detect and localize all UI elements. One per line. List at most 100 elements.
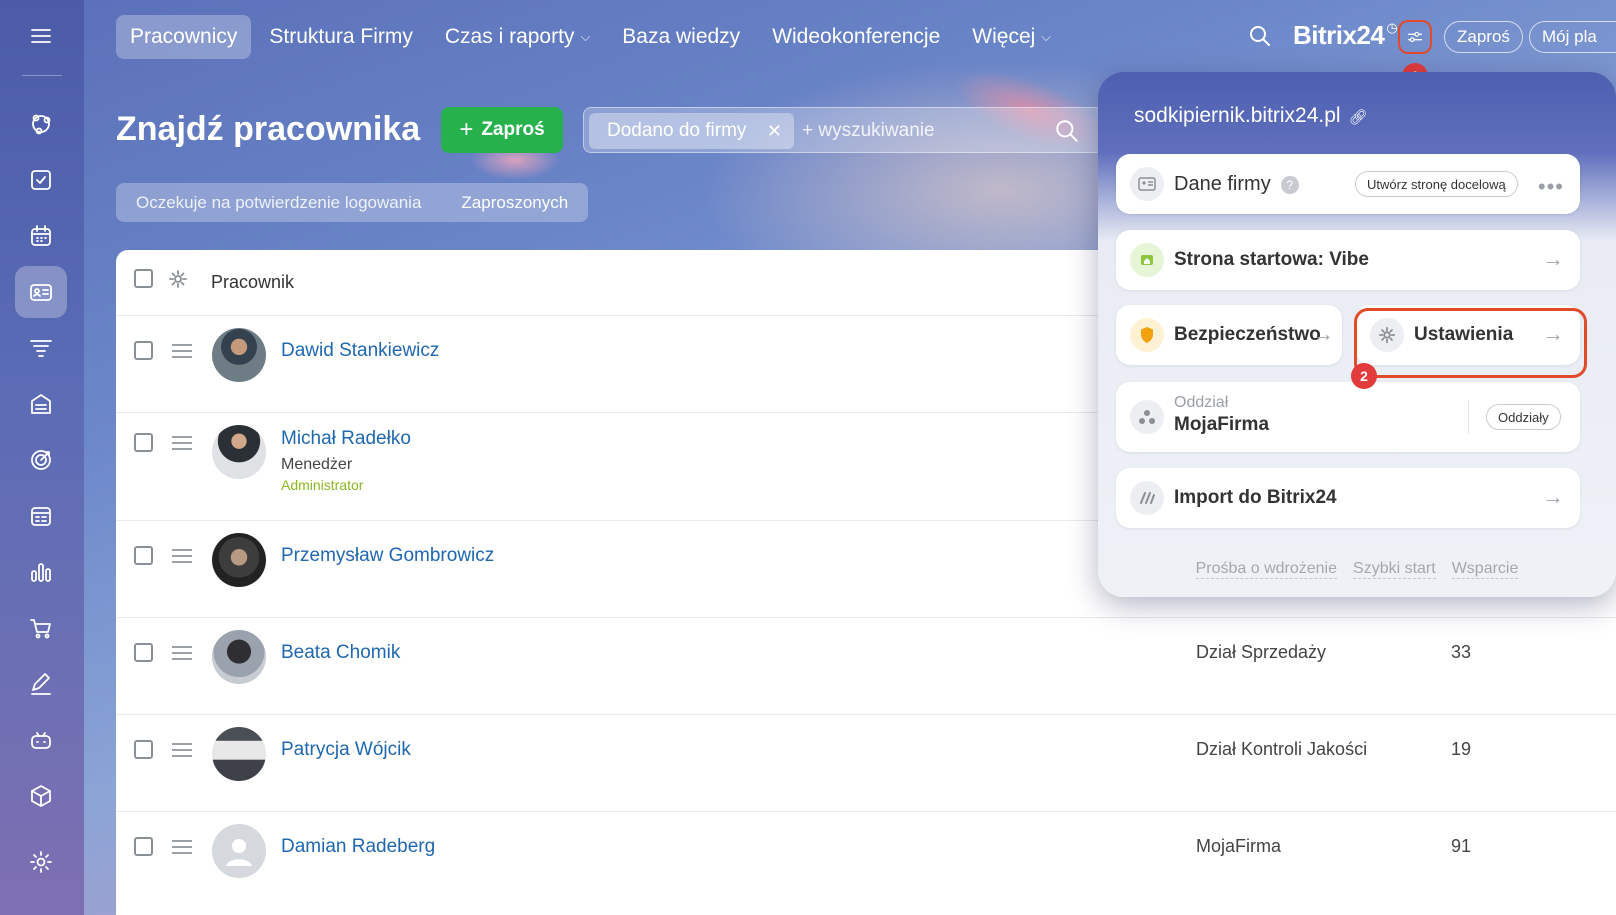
nav-tab-knowledge-base[interactable]: Baza wiedzy bbox=[608, 15, 754, 59]
drag-handle-icon[interactable] bbox=[172, 646, 192, 664]
settings-toggle-button[interactable] bbox=[1398, 20, 1432, 54]
search-icon[interactable] bbox=[1248, 24, 1272, 48]
row-checkbox[interactable] bbox=[134, 643, 153, 662]
row-checkbox[interactable] bbox=[134, 740, 153, 759]
calendar-icon[interactable] bbox=[15, 210, 67, 262]
nav-tab-label: Czas i raporty bbox=[444, 25, 575, 48]
bot-icon[interactable] bbox=[15, 714, 67, 766]
analytics-icon[interactable] bbox=[15, 546, 67, 598]
cart-icon[interactable] bbox=[15, 602, 67, 654]
funnel-icon[interactable] bbox=[15, 322, 67, 374]
row-checkbox[interactable] bbox=[134, 837, 153, 856]
employee-name[interactable]: Beata Chomik bbox=[281, 642, 400, 664]
employee-count: 33 bbox=[1451, 642, 1472, 662]
employee-name[interactable]: Przemysław Gombrowicz bbox=[281, 545, 494, 567]
search-input[interactable]: + wyszukiwanie bbox=[802, 120, 935, 142]
nav-tab-employees[interactable]: Pracownicy bbox=[116, 15, 252, 59]
add-filter-icon: + bbox=[802, 120, 814, 141]
row-checkbox[interactable] bbox=[134, 433, 153, 452]
settings-icon[interactable] bbox=[15, 836, 67, 888]
table-row[interactable]: Patrycja Wójcik Dział Kontroli Jakości 1… bbox=[116, 715, 1616, 812]
page-title: Znajdź pracownika bbox=[116, 110, 421, 148]
segment-invited[interactable]: Zaproszonych bbox=[441, 193, 588, 213]
filter-chip-label: Dodano do firmy bbox=[607, 120, 747, 141]
employee-department: MojaFirma bbox=[1196, 836, 1282, 856]
row-checkbox[interactable] bbox=[134, 341, 153, 360]
filter-search-bar[interactable]: Dodano do firmy ✕ + wyszukiwanie bbox=[583, 107, 1103, 153]
left-sidebar bbox=[0, 0, 84, 915]
portal-domain-text: sodkipiernik.bitrix24.pl bbox=[1134, 104, 1341, 127]
quick-start-link[interactable]: Szybki start bbox=[1353, 560, 1436, 579]
security-card[interactable]: Bezpieczeństwo → bbox=[1116, 305, 1342, 365]
nav-tab-label: Pracownicy bbox=[130, 25, 238, 48]
drag-handle-icon[interactable] bbox=[172, 344, 192, 362]
close-icon[interactable]: ✕ bbox=[767, 121, 782, 142]
drag-handle-icon[interactable] bbox=[172, 743, 192, 761]
nav-tab-time-reports[interactable]: Czas i raporty ⌵ bbox=[431, 15, 604, 59]
help-icon[interactable]: ? bbox=[1280, 175, 1299, 194]
import-icon bbox=[1130, 481, 1164, 515]
employee-role-badge: Administrator bbox=[281, 477, 364, 493]
table-row[interactable]: Beata Chomik Dział Sprzedaży 33 bbox=[116, 618, 1616, 715]
employees-icon[interactable] bbox=[15, 266, 67, 318]
divider bbox=[1468, 400, 1469, 434]
column-settings-icon[interactable] bbox=[168, 269, 188, 289]
nav-tab-label: Wideokonferencje bbox=[772, 25, 941, 48]
avatar[interactable] bbox=[212, 727, 266, 781]
import-label: Import do Bitrix24 bbox=[1174, 487, 1337, 508]
store-icon[interactable] bbox=[15, 378, 67, 430]
branch-card[interactable]: Oddział MojaFirma Oddziały bbox=[1116, 382, 1580, 452]
shield-icon bbox=[1130, 318, 1164, 352]
target-icon[interactable] bbox=[15, 434, 67, 486]
branch-caption: Oddział bbox=[1174, 394, 1229, 411]
company-data-card[interactable]: Dane firmy? Utwórz stronę docelową ••• bbox=[1116, 154, 1580, 214]
box-icon[interactable] bbox=[15, 770, 67, 822]
filter-chip[interactable]: Dodano do firmy ✕ bbox=[589, 113, 794, 149]
avatar[interactable] bbox=[212, 630, 266, 684]
avatar[interactable] bbox=[212, 328, 266, 382]
employee-name[interactable]: Damian Radeberg bbox=[281, 836, 435, 858]
employee-position: Menedżer bbox=[281, 456, 353, 473]
nav-tab-videoconferences[interactable]: Wideokonferencje bbox=[758, 15, 954, 59]
invite-header-button[interactable]: Zaproś bbox=[1444, 21, 1523, 53]
company-data-label-wrap: Dane firmy? bbox=[1174, 173, 1299, 196]
search-icon[interactable] bbox=[1054, 118, 1080, 144]
tasks-icon[interactable] bbox=[15, 154, 67, 206]
employee-department: Dział Kontroli Jakości bbox=[1196, 739, 1368, 759]
employee-name[interactable]: Dawid Stankiewicz bbox=[281, 340, 439, 362]
drag-handle-icon[interactable] bbox=[172, 840, 192, 858]
import-card[interactable]: Import do Bitrix24 → bbox=[1116, 468, 1580, 528]
column-header-employee[interactable]: Pracownik bbox=[211, 272, 294, 293]
sign-icon[interactable] bbox=[15, 658, 67, 710]
brand-logo[interactable]: Bitrix24 ◷ bbox=[1293, 20, 1398, 51]
more-icon[interactable]: ••• bbox=[1538, 174, 1564, 200]
sidebar-divider bbox=[22, 75, 62, 76]
implementation-request-link[interactable]: Prośba o wdrożenie bbox=[1195, 560, 1338, 579]
my-plan-button[interactable]: Mój pla bbox=[1529, 21, 1616, 53]
drag-handle-icon[interactable] bbox=[172, 436, 192, 454]
start-page-card[interactable]: Strona startowa: Vibe → bbox=[1116, 230, 1580, 290]
portal-domain[interactable]: sodkipiernik.bitrix24.pl 🔗︎ bbox=[1134, 104, 1368, 128]
nav-tab-structure[interactable]: Struktura Firmy bbox=[255, 15, 427, 59]
feed-icon[interactable] bbox=[15, 98, 67, 150]
employee-name[interactable]: Patrycja Wójcik bbox=[281, 739, 411, 761]
row-checkbox[interactable] bbox=[134, 546, 153, 565]
support-link[interactable]: Wsparcie bbox=[1451, 560, 1519, 579]
brand-name: Bitrix24 bbox=[1293, 20, 1385, 50]
branches-button[interactable]: Oddziały bbox=[1486, 404, 1561, 430]
avatar-placeholder[interactable] bbox=[212, 824, 266, 878]
link-icon[interactable]: 🔗︎ bbox=[1349, 109, 1368, 126]
invite-button[interactable]: + Zaproś bbox=[441, 107, 563, 153]
table-row[interactable]: Damian Radeberg MojaFirma 91 bbox=[116, 812, 1616, 915]
employee-name[interactable]: Michał Radełko bbox=[281, 428, 411, 450]
drag-handle-icon[interactable] bbox=[172, 549, 192, 567]
segment-pending-login[interactable]: Oczekuje na potwierdzenie logowania bbox=[116, 193, 441, 213]
create-landing-button[interactable]: Utwórz stronę docelową bbox=[1355, 171, 1518, 197]
popup-footer-links: Prośba o wdrożenie Szybki start Wsparcie bbox=[1098, 560, 1616, 579]
nav-tab-more[interactable]: Więcej ⌵ bbox=[958, 15, 1065, 59]
avatar[interactable] bbox=[212, 533, 266, 587]
select-all-checkbox[interactable] bbox=[134, 269, 153, 288]
avatar[interactable] bbox=[212, 425, 266, 479]
planner-icon[interactable] bbox=[15, 490, 67, 542]
menu-icon[interactable] bbox=[15, 10, 67, 62]
